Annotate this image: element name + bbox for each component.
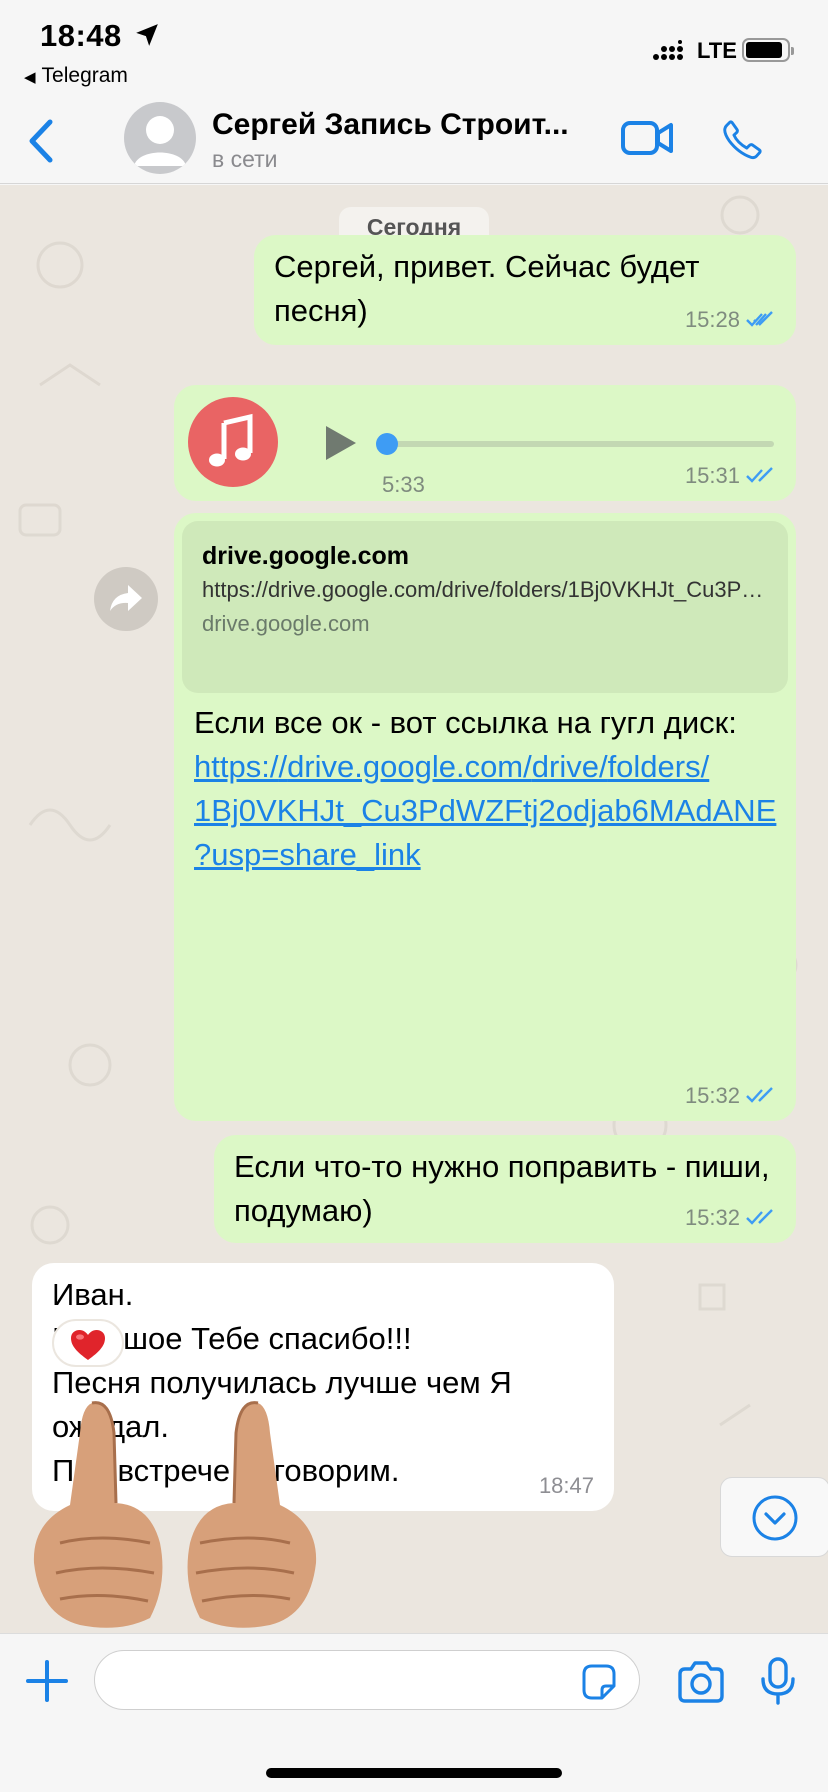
phone-icon bbox=[723, 120, 762, 160]
voice-call-button[interactable] bbox=[720, 118, 764, 167]
message-meta: 15:32 bbox=[685, 1085, 776, 1107]
message-time: 15:32 bbox=[684, 1205, 740, 1230]
forward-arrow-icon bbox=[110, 585, 142, 611]
message-input[interactable] bbox=[94, 1650, 640, 1710]
audio-message-bubble[interactable]: 5:33 15:31 bbox=[174, 385, 796, 501]
back-button[interactable] bbox=[22, 114, 62, 168]
left-thumbs-up bbox=[33, 1401, 163, 1628]
chat-header: Сергей Запись Строит... в сети bbox=[0, 100, 828, 184]
play-button[interactable] bbox=[320, 423, 360, 475]
plus-icon bbox=[26, 1660, 68, 1702]
forward-button[interactable] bbox=[94, 567, 158, 631]
sticker-button[interactable] bbox=[578, 1662, 618, 1707]
video-call-icon bbox=[621, 121, 673, 155]
network-type: LTE bbox=[697, 38, 737, 63]
audio-duration: 5:33 bbox=[382, 472, 425, 497]
microphone-button[interactable] bbox=[758, 1656, 798, 1711]
music-note-icon bbox=[188, 397, 278, 487]
message-meta: 15:32 bbox=[685, 1207, 776, 1229]
input-bar bbox=[0, 1633, 828, 1792]
attach-button[interactable] bbox=[24, 1658, 70, 1709]
battery-icon bbox=[742, 38, 794, 62]
scroll-to-bottom-button[interactable] bbox=[720, 1477, 828, 1557]
right-thumbs-up bbox=[187, 1401, 317, 1628]
message-meta: 18:47 bbox=[539, 1475, 594, 1497]
signal-icon bbox=[652, 40, 688, 67]
status-bar: 18:48 ◀ Telegram LTE bbox=[0, 0, 828, 100]
message-text: Сергей, привет. Сейчас будет песня) bbox=[274, 249, 700, 328]
contact-name[interactable]: Сергей Запись Строит... bbox=[212, 108, 602, 142]
message-meta: 15:28 bbox=[685, 309, 776, 331]
message-link[interactable]: https://drive.google.com/drive/folders/1… bbox=[194, 749, 776, 872]
message-line: Иван. bbox=[52, 1277, 134, 1312]
reaction-badge[interactable] bbox=[52, 1319, 124, 1367]
back-triangle-icon: ◀ bbox=[24, 69, 36, 86]
audio-progress-track[interactable] bbox=[382, 441, 774, 447]
back-to-telegram-link[interactable]: ◀ Telegram bbox=[24, 64, 128, 88]
sticker-icon bbox=[582, 1664, 616, 1700]
message-line: Большое Тебе спасибо!!! bbox=[52, 1321, 412, 1356]
back-chevron-icon bbox=[29, 119, 53, 163]
play-icon bbox=[326, 426, 356, 460]
message-bubble-outgoing[interactable]: Сергей, привет. Сейчас будет песня) 15:2… bbox=[254, 235, 796, 345]
thumbs-up-sticker[interactable] bbox=[30, 1393, 320, 1633]
message-meta: 15:31 bbox=[685, 465, 776, 487]
message-time: 15:28 bbox=[684, 307, 740, 332]
read-ticks-icon bbox=[746, 1209, 773, 1225]
camera-button[interactable] bbox=[676, 1660, 726, 1709]
message-text-prefix: Если все ок - вот ссылка на гугл диск: bbox=[194, 705, 737, 740]
link-preview-domain: drive.google.com bbox=[202, 611, 370, 636]
chevron-down-circle-icon bbox=[752, 1495, 798, 1541]
video-call-button[interactable] bbox=[620, 118, 674, 163]
link-preview-url: https://drive.google.com/drive/folders/1… bbox=[202, 577, 768, 602]
avatar-placeholder-icon bbox=[134, 116, 186, 166]
link-preview-card[interactable]: drive.google.com https://drive.google.co… bbox=[182, 521, 788, 693]
link-message-bubble[interactable]: drive.google.com https://drive.google.co… bbox=[174, 513, 796, 1121]
message-time: 15:32 bbox=[684, 1083, 740, 1108]
status-time: 18:48 bbox=[40, 18, 122, 53]
contact-status: в сети bbox=[212, 146, 278, 172]
audio-progress-knob[interactable] bbox=[376, 433, 398, 455]
link-preview-title: drive.google.com bbox=[202, 542, 409, 570]
back-app-label: Telegram bbox=[41, 64, 128, 87]
home-indicator bbox=[266, 1768, 562, 1778]
message-time: 15:31 bbox=[684, 463, 740, 488]
chat-area[interactable]: Сегодня Сергей, привет. Сейчас будет пес… bbox=[0, 185, 828, 1633]
location-arrow-icon bbox=[134, 22, 160, 53]
message-bubble-outgoing[interactable]: Если что-то нужно поправить - пиши, поду… bbox=[214, 1135, 796, 1243]
avatar[interactable] bbox=[124, 102, 196, 174]
message-text: Если все ок - вот ссылка на гугл диск: h… bbox=[194, 701, 784, 877]
camera-icon bbox=[678, 1661, 724, 1703]
message-time: 18:47 bbox=[538, 1473, 594, 1498]
read-ticks-icon bbox=[746, 467, 773, 483]
heart-icon bbox=[71, 1330, 105, 1360]
microphone-icon bbox=[761, 1657, 795, 1705]
read-ticks-icon bbox=[746, 311, 773, 327]
read-ticks-icon bbox=[746, 1087, 773, 1103]
